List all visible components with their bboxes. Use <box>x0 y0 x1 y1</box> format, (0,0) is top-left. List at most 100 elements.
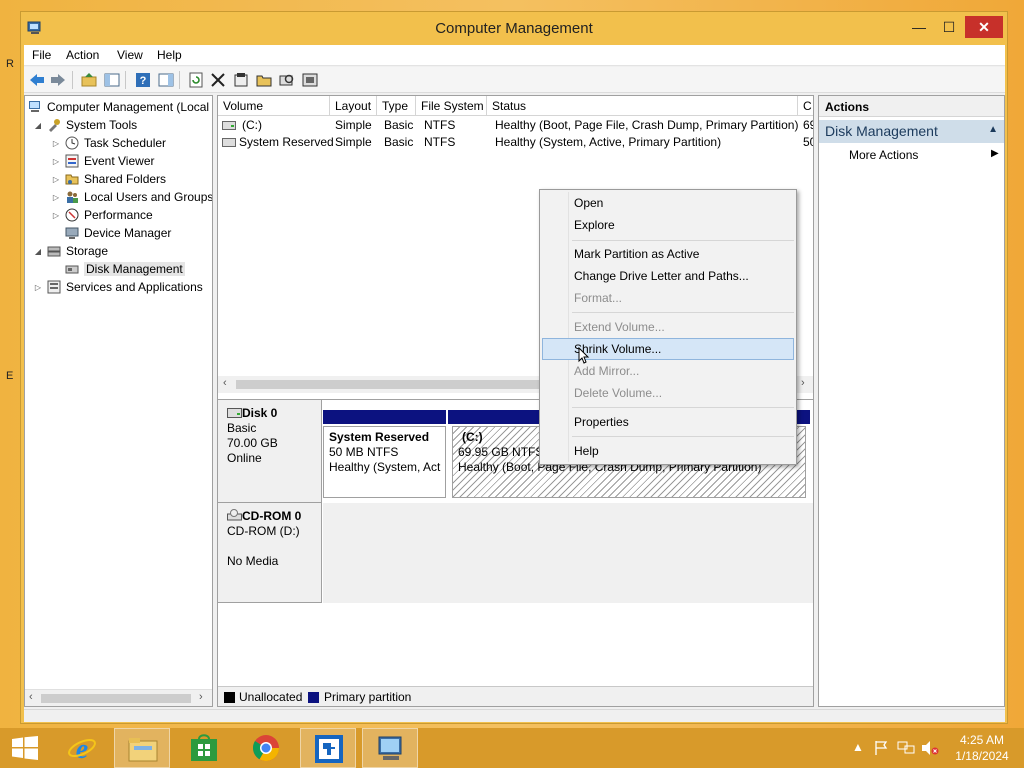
tree-item-disk-management[interactable]: Disk Management <box>51 260 185 278</box>
legend-swatch-unallocated <box>224 692 235 703</box>
start-button[interactable] <box>0 728 50 768</box>
cdrom-0-area[interactable] <box>323 503 813 603</box>
taskbar-file-explorer[interactable] <box>114 728 170 768</box>
menu-help[interactable]: Help <box>157 48 182 62</box>
tree-item-local-users-and-groups[interactable]: ▷ Local Users and Groups <box>51 188 212 206</box>
menu-item-change-drive-letter[interactable]: Change Drive Letter and Paths... <box>542 265 794 287</box>
partition-system-reserved[interactable]: System Reserved 50 MB NTFS Healthy (Syst… <box>323 426 446 498</box>
menu-item-properties[interactable]: Properties <box>542 411 794 433</box>
tree-item-system-tools[interactable]: ◢ System Tools <box>33 116 137 134</box>
taskbar-chrome[interactable] <box>238 728 294 768</box>
action-pane-icon[interactable] <box>157 71 175 89</box>
expand-icon[interactable]: ▷ <box>51 139 61 148</box>
disk-0-label[interactable]: Disk 0 Basic 70.00 GB Online <box>218 400 322 503</box>
volume-name: (C:) <box>242 118 262 132</box>
tree-item-performance[interactable]: ▷ Performance <box>51 206 153 224</box>
disk-name: Disk 0 <box>242 406 278 420</box>
volume-row[interactable]: (C:) Simple Basic NTFS Healthy (Boot, Pa… <box>218 117 813 134</box>
properties-icon[interactable] <box>232 71 250 89</box>
menu-bar: File Action View Help <box>24 45 1005 66</box>
volume-name: System Reserved <box>239 135 334 149</box>
volume-muted-icon[interactable] <box>921 740 939 756</box>
tree-item-computer-management[interactable]: Computer Management (Local <box>28 98 209 116</box>
menu-view[interactable]: View <box>117 48 143 62</box>
menu-item-open[interactable]: Open <box>542 192 794 214</box>
submenu-arrow-icon[interactable]: ▶ <box>991 148 999 159</box>
scroll-left-icon[interactable]: ‹ <box>29 691 33 703</box>
volume-row[interactable]: System Reserved Simple Basic NTFS Health… <box>218 134 813 151</box>
drive-icon <box>222 138 236 147</box>
show-hidden-icons-icon[interactable]: ▲ <box>852 740 864 754</box>
tree-horizontal-scrollbar[interactable]: ‹ › <box>25 689 212 706</box>
clock-time: 4:25 AM <box>959 733 1005 747</box>
tree-item-event-viewer[interactable]: ▷ Event Viewer <box>51 152 155 170</box>
expand-icon[interactable]: ▷ <box>51 157 61 166</box>
scrollbar-thumb[interactable] <box>236 380 546 389</box>
tools-icon <box>49 119 60 132</box>
taskbar-internet-explorer[interactable]: e <box>54 728 110 768</box>
close-button[interactable]: ✕ <box>965 16 1003 38</box>
column-header-file-system[interactable]: File System <box>416 96 487 116</box>
show-hide-tree-icon[interactable] <box>103 71 121 89</box>
open-folder-icon[interactable] <box>255 71 273 89</box>
cdrom-0-label[interactable]: CD-ROM 0 CD-ROM (D:) No Media <box>218 503 322 603</box>
disk-state: Online <box>227 451 262 465</box>
expand-icon[interactable]: ▷ <box>33 283 43 292</box>
network-icon[interactable] <box>897 740 915 756</box>
menu-item-explore[interactable]: Explore <box>542 214 794 236</box>
collapse-caret-icon[interactable]: ▲ <box>988 124 998 135</box>
expand-icon[interactable]: ▷ <box>51 175 61 184</box>
scroll-left-icon[interactable]: ‹ <box>223 377 227 389</box>
tree-item-label: Task Scheduler <box>84 136 167 150</box>
scroll-right-icon[interactable]: › <box>199 691 203 703</box>
taskbar-store[interactable] <box>176 728 232 768</box>
cdrom-name: CD-ROM 0 <box>242 509 302 523</box>
svg-text:e: e <box>76 734 88 763</box>
tree-item-shared-folders[interactable]: ▷ Shared Folders <box>51 170 166 188</box>
taskbar-computer-management[interactable] <box>362 728 418 768</box>
menu-item-mark-partition-active[interactable]: Mark Partition as Active <box>542 243 794 265</box>
menu-item-help[interactable]: Help <box>542 440 794 462</box>
column-header-type[interactable]: Type <box>377 96 416 116</box>
up-folder-icon[interactable] <box>80 71 98 89</box>
action-center-flag-icon[interactable] <box>873 740 889 756</box>
scroll-right-icon[interactable]: › <box>801 377 805 389</box>
window-title: Computer Management <box>435 20 593 37</box>
forward-arrow-icon[interactable] <box>49 71 67 89</box>
collapse-icon[interactable]: ◢ <box>33 121 43 130</box>
legend-label-unallocated: Unallocated <box>239 690 303 704</box>
system-clock[interactable]: 4:25 AM 1/18/2024 <box>948 732 1016 764</box>
scrollbar-thumb[interactable] <box>41 694 191 703</box>
more-actions-link[interactable]: More Actions <box>849 148 918 162</box>
column-header-capacity[interactable]: C <box>798 96 813 116</box>
legend: Unallocated Primary partition <box>218 686 813 706</box>
search-disk-icon[interactable] <box>278 71 296 89</box>
actions-section-label: Disk Management <box>825 123 938 139</box>
tree-item-task-scheduler[interactable]: ▷ Task Scheduler <box>51 134 166 152</box>
delete-icon[interactable] <box>209 71 227 89</box>
taskbar-migration-tool[interactable] <box>300 728 356 768</box>
services-icon <box>47 280 61 294</box>
tree-item-device-manager[interactable]: Device Manager <box>51 224 171 242</box>
tree-item-storage[interactable]: ◢ Storage <box>33 242 108 260</box>
settings-disk-icon[interactable] <box>301 71 319 89</box>
expand-icon[interactable]: ▷ <box>51 193 61 202</box>
menu-file[interactable]: File <box>32 48 51 62</box>
volume-capacity: 69 <box>803 118 813 132</box>
help-icon[interactable]: ? <box>134 71 152 89</box>
column-header-volume[interactable]: Volume <box>218 96 330 116</box>
maximize-button[interactable]: ☐ <box>935 16 963 38</box>
title-bar[interactable]: Computer Management — ☐ ✕ <box>21 12 1007 45</box>
refresh-icon[interactable] <box>187 71 205 89</box>
menu-item-delete-volume: Delete Volume... <box>574 386 663 400</box>
column-header-status[interactable]: Status <box>487 96 798 116</box>
back-arrow-icon[interactable] <box>28 71 46 89</box>
storage-icon <box>47 246 61 257</box>
menu-action[interactable]: Action <box>66 48 99 62</box>
collapse-icon[interactable]: ◢ <box>33 247 43 256</box>
actions-section-disk-management[interactable]: Disk Management ▲ <box>819 120 1004 143</box>
column-header-layout[interactable]: Layout <box>330 96 377 116</box>
minimize-button[interactable]: — <box>905 16 933 38</box>
tree-item-services-and-applications[interactable]: ▷ Services and Applications <box>33 278 203 296</box>
expand-icon[interactable]: ▷ <box>51 211 61 220</box>
